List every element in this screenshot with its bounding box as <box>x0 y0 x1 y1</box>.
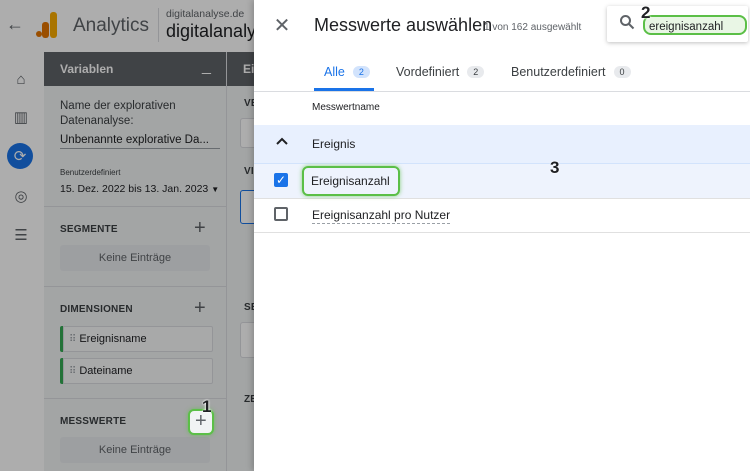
search-input[interactable]: ereignisanzahl <box>643 15 747 35</box>
select-metrics-dialog: ✕ Messwerte auswählen 1 von 162 ausgewäh… <box>254 0 750 471</box>
step-number: 3 <box>550 158 560 177</box>
tab-label: Benutzerdefiniert <box>511 65 606 79</box>
group-label: Ereignis <box>312 137 356 151</box>
tab-custom[interactable]: Benutzerdefiniert 0 <box>511 65 631 79</box>
search-box[interactable]: ereignisanzahl <box>607 6 748 42</box>
modal-scrim[interactable] <box>0 0 254 471</box>
close-icon[interactable]: ✕ <box>270 14 294 38</box>
metric-label: Ereignisanzahl <box>311 174 390 188</box>
search-icon[interactable] <box>619 14 635 30</box>
metric-label: Ereignisanzahl pro Nutzer <box>312 208 451 224</box>
checkbox-checked[interactable]: ✓ <box>274 173 288 187</box>
list-item[interactable]: ✓ Ereignisanzahl <box>254 164 750 199</box>
step-number: 2 <box>641 3 651 22</box>
tab-count-badge: 0 <box>613 66 631 78</box>
dialog-title: Messwerte auswählen <box>314 15 493 35</box>
selected-count: 1 von 162 ausgewählt <box>484 22 582 33</box>
chevron-up-icon[interactable] <box>274 133 290 149</box>
column-header: Messwertname <box>312 102 380 113</box>
tab-predefined[interactable]: Vordefiniert 2 <box>396 65 485 79</box>
list-item[interactable]: Ereignisanzahl pro Nutzer <box>254 198 750 233</box>
tab-label: Alle <box>324 65 345 79</box>
tab-count-badge: 2 <box>467 66 485 78</box>
tab-all[interactable]: Alle 2 <box>324 65 370 79</box>
checkbox-unchecked[interactable] <box>274 207 288 221</box>
tab-label: Vordefiniert <box>396 65 460 79</box>
tab-count-badge: 2 <box>352 66 370 78</box>
group-header-row[interactable]: Ereignis <box>254 125 750 164</box>
step-number: 1 <box>202 397 212 416</box>
